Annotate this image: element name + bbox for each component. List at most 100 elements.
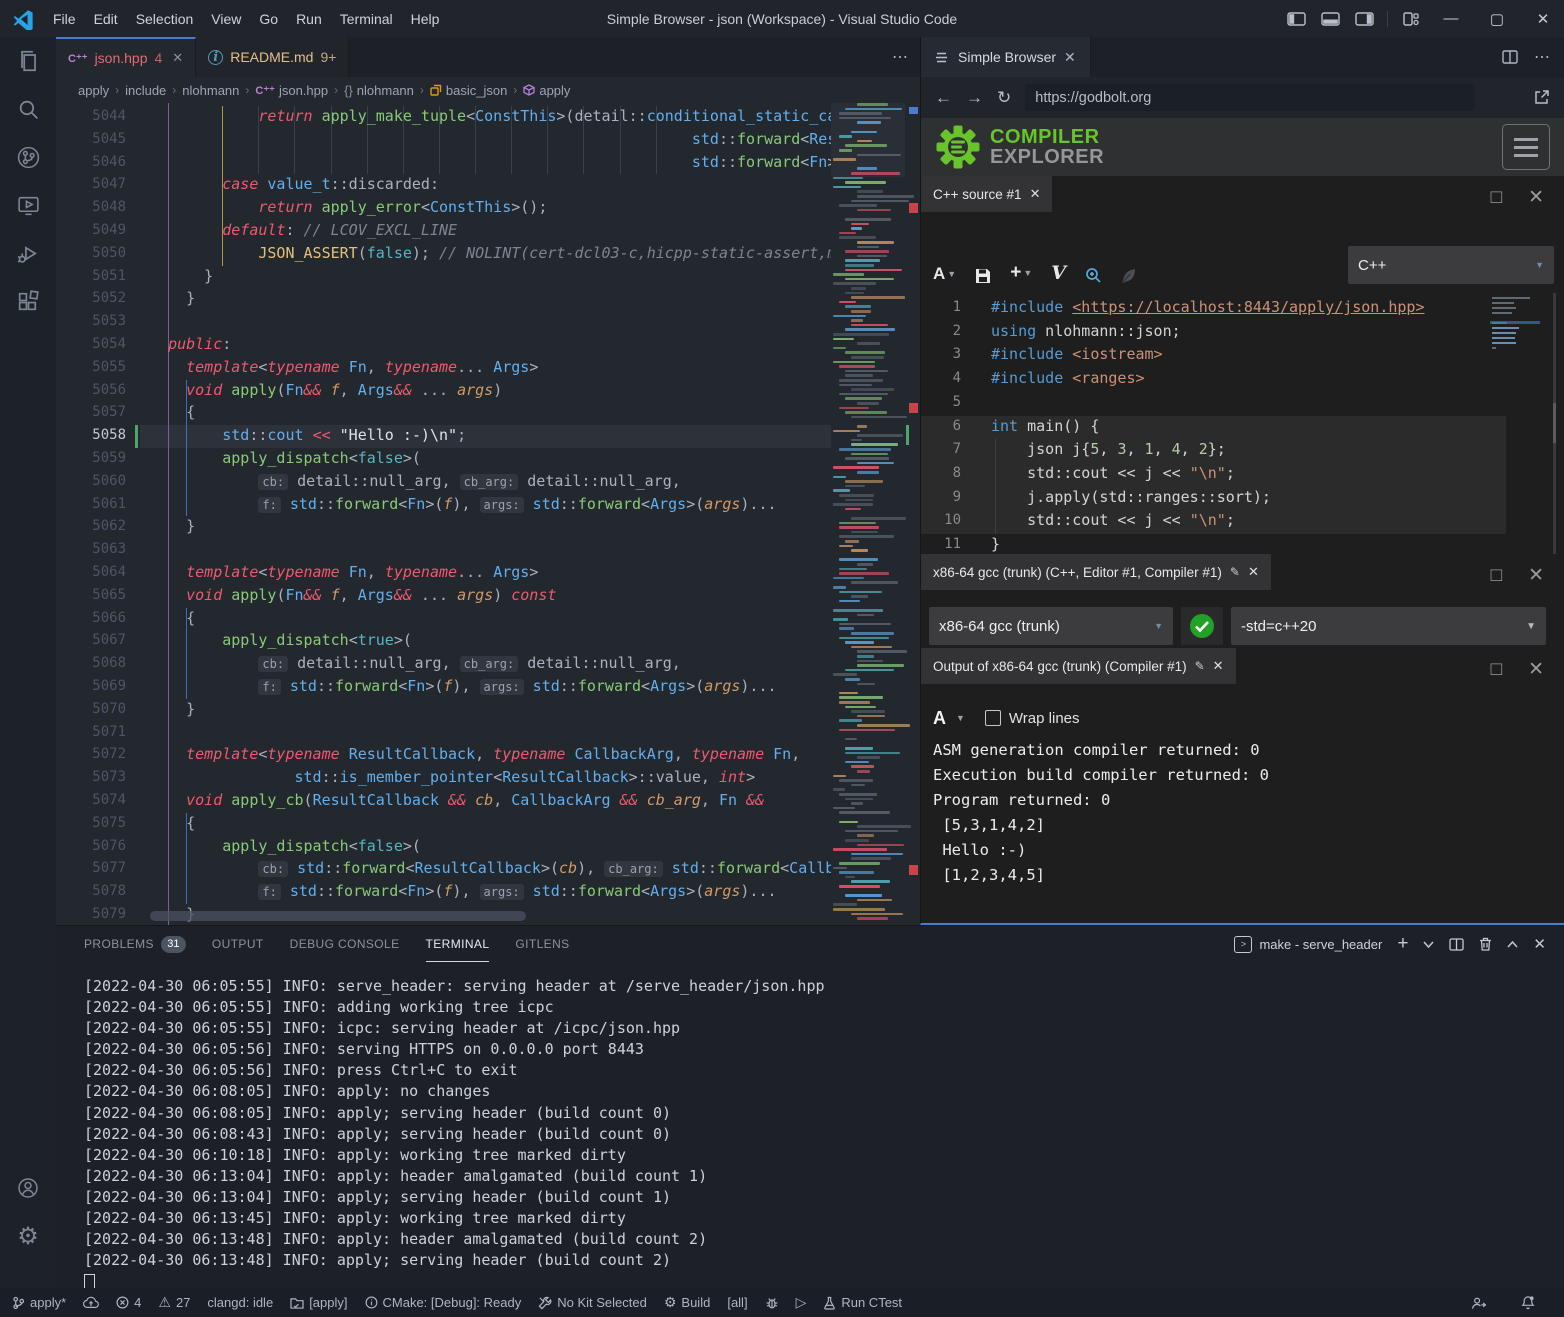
- font-size-icon[interactable]: A▼: [933, 264, 956, 284]
- menu-edit[interactable]: Edit: [85, 11, 127, 27]
- maximize-button[interactable]: ▢: [1476, 0, 1518, 37]
- activity-cmake-icon[interactable]: [4, 181, 52, 229]
- new-terminal-icon[interactable]: +: [1397, 933, 1408, 955]
- close-pane-icon[interactable]: ✕: [1528, 564, 1544, 587]
- compiler-options-input[interactable]: -std=c++20▼: [1231, 607, 1546, 645]
- tab-compiler[interactable]: x86-64 gcc (trunk) (C++, Editor #1, Comp…: [921, 554, 1271, 590]
- save-icon[interactable]: [975, 268, 991, 284]
- editor-actions-more[interactable]: ⋯: [892, 37, 920, 77]
- terminal-dropdown-icon[interactable]: [1423, 941, 1434, 948]
- close-icon[interactable]: ✕: [172, 50, 183, 66]
- status-errors[interactable]: 4: [116, 1295, 141, 1310]
- breadcrumb-item-apply[interactable]: apply: [78, 83, 109, 98]
- split-terminal-icon[interactable]: [1449, 938, 1464, 951]
- activity-source-control-icon[interactable]: [4, 133, 52, 181]
- accounts-icon[interactable]: [4, 1164, 52, 1212]
- status-cmake-target[interactable]: [all]: [727, 1295, 747, 1310]
- status-cmake-status[interactable]: CMake: [Debug]: Ready: [365, 1295, 522, 1310]
- godbolt-source-editor[interactable]: 1#include <https://localhost:8443/apply/…: [921, 293, 1564, 554]
- menu-hamburger-icon[interactable]: [1502, 124, 1550, 170]
- status-warnings[interactable]: ⚠27: [158, 1295, 190, 1311]
- status-feedback[interactable]: [1471, 1296, 1486, 1310]
- panel-tab-gitlens[interactable]: GITLENS: [515, 926, 569, 962]
- split-editor-icon[interactable]: [1502, 50, 1518, 64]
- breadcrumb-item-apply[interactable]: apply: [523, 83, 570, 98]
- status-cmake-launch[interactable]: ▷: [796, 1295, 807, 1311]
- close-icon[interactable]: ✕: [1030, 186, 1041, 202]
- menu-go[interactable]: Go: [250, 11, 287, 27]
- toggle-sidebar-icon[interactable]: [1281, 5, 1311, 33]
- panel-tab-output[interactable]: OUTPUT: [212, 926, 264, 962]
- status-ctest[interactable]: Run CTest: [823, 1295, 902, 1310]
- close-pane-icon[interactable]: ✕: [1528, 186, 1544, 209]
- close-icon[interactable]: ✕: [1213, 658, 1224, 674]
- close-icon[interactable]: ✕: [1248, 564, 1259, 580]
- panel-tab-debug-console[interactable]: DEBUG CONSOLE: [290, 926, 400, 962]
- breadcrumb-item-include[interactable]: include: [125, 83, 166, 98]
- status-clangd-status[interactable]: clangd: idle: [207, 1295, 273, 1310]
- font-size-icon[interactable]: A: [933, 708, 946, 729]
- minimize-button[interactable]: —: [1430, 0, 1472, 37]
- terminal[interactable]: [2022-04-30 06:05:55] INFO: serve_header…: [56, 962, 1564, 1293]
- menu-terminal[interactable]: Terminal: [331, 11, 402, 27]
- panel-tab-problems[interactable]: PROBLEMS31: [84, 926, 186, 962]
- forward-icon[interactable]: →: [966, 88, 983, 108]
- tab-readme-md[interactable]: iREADME.md9+: [196, 37, 349, 77]
- ce-brand[interactable]: COMPILER EXPLORER: [990, 127, 1104, 168]
- godbolt-scrollbar[interactable]: [1553, 293, 1556, 554]
- code-editor[interactable]: 5044 return apply_make_tuple<ConstThis>(…: [56, 103, 920, 925]
- terminal-task-select[interactable]: > make - serve_header: [1234, 936, 1382, 953]
- breadcrumb-item-nlohmann[interactable]: nlohmann: [182, 83, 239, 98]
- quill-icon[interactable]: [1121, 268, 1137, 284]
- menu-file[interactable]: File: [44, 11, 85, 27]
- customize-layout-icon[interactable]: [1396, 5, 1426, 33]
- status-git-branch[interactable]: apply*: [12, 1295, 66, 1310]
- close-pane-icon[interactable]: ✕: [1528, 658, 1544, 681]
- status-notifications[interactable]: [1521, 1295, 1535, 1310]
- back-icon[interactable]: ←: [935, 88, 952, 108]
- add-pane-icon[interactable]: +▼: [1010, 262, 1032, 284]
- maximize-pane-icon[interactable]: □: [1491, 187, 1502, 209]
- activity-run-debug-icon[interactable]: [4, 229, 52, 277]
- panel-tab-terminal[interactable]: TERMINAL: [426, 926, 490, 962]
- tab-json-hpp[interactable]: C⁺⁺json.hpp4✕: [56, 37, 196, 77]
- language-select[interactable]: C++▼: [1348, 246, 1554, 284]
- breadcrumb-item-json.hpp[interactable]: C⁺⁺json.hpp: [255, 83, 328, 98]
- toggle-panel-icon[interactable]: [1315, 5, 1345, 33]
- horizontal-scrollbar[interactable]: [150, 911, 526, 921]
- wrap-lines-checkbox[interactable]: [985, 710, 1001, 726]
- menu-help[interactable]: Help: [402, 11, 449, 27]
- activity-explorer-icon[interactable]: [4, 37, 52, 85]
- settings-gear-icon[interactable]: ⚙: [4, 1212, 52, 1260]
- open-external-icon[interactable]: [1533, 89, 1550, 106]
- status-cmake-kit[interactable]: No Kit Selected: [538, 1295, 647, 1310]
- kill-terminal-icon[interactable]: [1479, 937, 1492, 951]
- menu-run[interactable]: Run: [287, 11, 331, 27]
- activity-extensions-icon[interactable]: [4, 277, 52, 325]
- status-cmake-build[interactable]: ⚙Build: [664, 1295, 710, 1311]
- close-window-button[interactable]: ✕: [1522, 0, 1564, 37]
- activity-search-icon[interactable]: [4, 85, 52, 133]
- status-cmake-project[interactable]: [apply]: [290, 1295, 347, 1310]
- tab-output[interactable]: Output of x86-64 gcc (trunk) (Compiler #…: [921, 648, 1236, 684]
- status-publish[interactable]: [83, 1296, 99, 1309]
- maximize-pane-icon[interactable]: □: [1491, 659, 1502, 681]
- menu-selection[interactable]: Selection: [127, 11, 203, 27]
- breadcrumb-item-basic_json[interactable]: basic_json: [430, 83, 507, 98]
- rename-icon[interactable]: ✎: [1195, 659, 1205, 673]
- url-input[interactable]: https://godbolt.org: [1025, 84, 1475, 111]
- toggle-secondary-sidebar-icon[interactable]: [1349, 5, 1379, 33]
- vim-mode-icon[interactable]: V: [1051, 262, 1066, 284]
- menu-view[interactable]: View: [202, 11, 250, 27]
- reload-icon[interactable]: ↻: [997, 88, 1011, 108]
- maximize-panel-icon[interactable]: [1507, 941, 1518, 948]
- zoom-search-icon[interactable]: [1085, 267, 1102, 284]
- close-icon[interactable]: ✕: [1064, 49, 1076, 66]
- close-panel-icon[interactable]: ✕: [1533, 935, 1546, 953]
- rename-icon[interactable]: ✎: [1230, 565, 1240, 579]
- maximize-pane-icon[interactable]: □: [1491, 565, 1502, 587]
- minimap[interactable]: [831, 103, 905, 925]
- breadcrumb-item-nlohmann[interactable]: {}nlohmann: [344, 83, 414, 98]
- more-actions-icon[interactable]: ⋯: [1534, 47, 1550, 67]
- status-cmake-debug[interactable]: [765, 1296, 779, 1310]
